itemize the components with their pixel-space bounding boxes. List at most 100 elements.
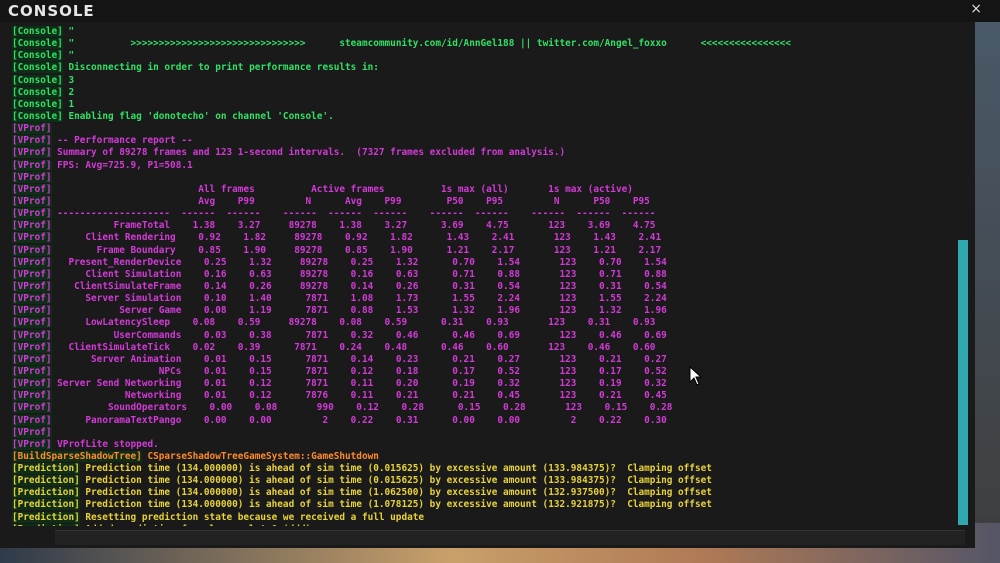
log-line-text: PanoramaTextPango 0.00 0.00 2 0.22 0.31 …: [51, 414, 667, 426]
log-line-text: SoundOperators 0.00 0.08 990 0.12 0.28 0…: [51, 402, 673, 414]
log-line-tag: [VProf]: [12, 365, 52, 377]
log-line-text: Prediction time (134.000000) is ahead of…: [79, 475, 712, 487]
log-line-tag: [Console]: [12, 38, 63, 50]
log-line-text: VProfLite stopped.: [51, 438, 159, 450]
log-line-text: Disconnecting in order to print performa…: [62, 62, 379, 74]
log-line-text: " >>>>>>>>>>>>>>>>>>>>>>>>>>>>>>> steamc…: [62, 38, 791, 50]
scrollbar-thumb[interactable]: [958, 240, 968, 525]
log-line: [Console] ": [12, 50, 947, 62]
log-line: [VProf] Server Animation 0.01 0.15 7871 …: [12, 353, 947, 366]
log-line: [VProf] -------------------- ------ ----…: [12, 208, 947, 220]
log-line-tag: [VProf]: [12, 438, 52, 450]
close-icon[interactable]: ×: [970, 1, 982, 17]
log-line-tag: [VProf]: [12, 341, 52, 353]
log-line-text: 3: [62, 74, 75, 86]
log-line-text: Frame Boundary 0.85 1.90 89278 0.85 1.90…: [51, 244, 662, 256]
log-line-text: ": [62, 50, 75, 62]
log-line: [Prediction] Added prediction for player…: [12, 523, 947, 526]
log-line: [VProf] PanoramaTextPango 0.00 0.00 2 0.…: [12, 414, 947, 427]
log-line: [Prediction] Prediction time (134.000000…: [12, 475, 947, 487]
log-line-text: -- Performance report --: [51, 135, 193, 147]
log-line-text: Server Simulation 0.10 1.40 7871 1.08 1.…: [51, 293, 667, 305]
log-line: [VProf] All frames Active frames 1s max …: [12, 183, 947, 196]
log-line-tag: [Prediction]: [12, 523, 80, 526]
log-line-tag: [Console]: [12, 62, 63, 74]
log-line-tag: [VProf]: [12, 268, 52, 280]
log-line-tag: [Console]: [12, 50, 63, 62]
log-line-tag: [VProf]: [12, 426, 52, 438]
log-line-text: Prediction time (134.000000) is ahead of…: [79, 463, 712, 475]
log-line-text: -------------------- ------ ------ -----…: [51, 208, 656, 220]
log-line-text: Present_RenderDevice 0.25 1.32 89278 0.2…: [51, 256, 667, 268]
log-line-tag: [VProf]: [12, 244, 52, 256]
log-line: [VProf]: [12, 171, 947, 184]
log-line: [VProf]: [12, 123, 947, 135]
log-line: [VProf] ClientSimulateTick 0.02 0.39 787…: [12, 341, 947, 354]
log-line-tag: [VProf]: [12, 220, 52, 232]
log-line-text: Server Game 0.08 1.19 7871 0.88 1.53 1.3…: [51, 305, 667, 317]
log-line-tag: [BuildSparseShadowTree]: [12, 450, 142, 462]
log-line-tag: [VProf]: [12, 317, 52, 329]
console-window: CONSOLE × [Console] " [Console] " >>>>>>>…: [0, 0, 1000, 548]
log-line: [VProf] Server Game 0.08 1.19 7871 0.88 …: [12, 305, 947, 317]
log-line-tag: [Prediction]: [12, 475, 80, 487]
log-line-text: Server Animation 0.01 0.15 7871 0.14 0.2…: [51, 353, 667, 365]
log-line-text: UserCommands 0.03 0.38 7871 0.32 0.46 0.…: [51, 329, 667, 341]
log-line: [Prediction] Prediction time (134.000000…: [12, 463, 947, 475]
log-line-text: Enabling flag 'donotecho' on channel 'Co…: [62, 110, 334, 122]
log-line-tag: [VProf]: [12, 280, 52, 292]
log-line: [VProf] -- Performance report --: [12, 135, 947, 147]
console-log[interactable]: [Console] " [Console] " >>>>>>>>>>>>>>>>>…: [12, 26, 947, 526]
log-line-text: CSparseShadowTreeGameSystem::GameShutdow…: [141, 450, 379, 462]
log-line-text: NPCs 0.01 0.15 7871 0.12 0.18 0.17 0.52 …: [51, 365, 667, 377]
log-line-tag: [Console]: [12, 110, 63, 122]
log-line-tag: [VProf]: [12, 293, 52, 305]
log-line-tag: [Prediction]: [12, 511, 80, 523]
log-line: [VProf] SoundOperators 0.00 0.08 990 0.1…: [12, 402, 947, 414]
log-line: [VProf] UserCommands 0.03 0.38 7871 0.32…: [12, 329, 947, 342]
console-input[interactable]: [55, 530, 965, 545]
log-line: [VProf] Frame Boundary 0.85 1.90 89278 0…: [12, 244, 947, 257]
log-line-tag: [Prediction]: [12, 463, 80, 475]
log-line-text: Client Simulation 0.16 0.63 89278 0.16 0…: [51, 268, 667, 280]
log-line-tag: [VProf]: [12, 305, 52, 317]
log-line-text: Networking 0.01 0.12 7876 0.11 0.21 0.21…: [51, 390, 667, 402]
log-line: [VProf] FrameTotal 1.38 3.27 89278 1.38 …: [12, 220, 947, 232]
log-line-tag: [VProf]: [12, 256, 52, 268]
log-line-text: 2: [62, 86, 75, 98]
log-line-tag: [VProf]: [12, 329, 52, 341]
log-line-tag: [VProf]: [12, 171, 52, 183]
log-line: [VProf] FPS: Avg=725.9, P1=508.1: [12, 159, 947, 172]
log-line-text: Client Rendering 0.92 1.82 89278 0.92 1.…: [51, 232, 662, 244]
log-line-text: Added prediction for player slot 0 (ddd): [80, 524, 311, 526]
log-line: [VProf] ClientSimulateFrame 0.14 0.26 89…: [12, 280, 947, 293]
log-line-tag: [Console]: [12, 26, 63, 37]
title-bar: CONSOLE ×: [0, 0, 1000, 22]
log-line: [VProf] Present_RenderDevice 0.25 1.32 8…: [12, 256, 947, 269]
log-line-tag: [VProf]: [12, 183, 52, 195]
log-line-text: Resetting prediction state because we re…: [79, 511, 425, 523]
log-line: [VProf] Networking 0.01 0.12 7876 0.11 0…: [12, 390, 947, 402]
log-line-text: All frames Active frames 1s max (all) 1s…: [51, 183, 633, 195]
log-line: [Console] ": [12, 26, 947, 38]
log-line: [VProf] Server Simulation 0.10 1.40 7871…: [12, 293, 947, 305]
log-line: [Prediction] Prediction time (134.000000…: [12, 499, 947, 511]
log-line-text: 1: [62, 98, 75, 110]
log-line-tag: [Console]: [12, 74, 63, 86]
log-line-tag: [VProf]: [12, 353, 52, 365]
log-line-text: Summary of 89278 frames and 123 1-second…: [51, 147, 566, 159]
log-line: [Console] 2: [12, 86, 947, 99]
log-line-text: ClientSimulateFrame 0.14 0.26 89278 0.14…: [51, 280, 667, 292]
log-line: [VProf] Client Simulation 0.16 0.63 8927…: [12, 268, 947, 281]
log-line-tag: [VProf]: [12, 147, 52, 159]
log-line: [Console] " >>>>>>>>>>>>>>>>>>>>>>>>>>>>…: [12, 38, 947, 50]
log-line-text: ": [62, 26, 75, 37]
log-line-tag: [VProf]: [12, 123, 52, 135]
log-line: [BuildSparseShadowTree] CSparseShadowTre…: [12, 450, 947, 463]
log-line: [VProf] NPCs 0.01 0.15 7871 0.12 0.18 0.…: [12, 365, 947, 378]
log-line: [Console] 3: [12, 74, 947, 87]
log-line-tag: [Prediction]: [12, 487, 80, 499]
log-line: [Prediction] Prediction time (134.000000…: [12, 487, 947, 499]
log-line: [VProf] LowLatencySleep 0.08 0.59 89278 …: [12, 317, 947, 329]
log-line-tag: [VProf]: [12, 414, 52, 426]
